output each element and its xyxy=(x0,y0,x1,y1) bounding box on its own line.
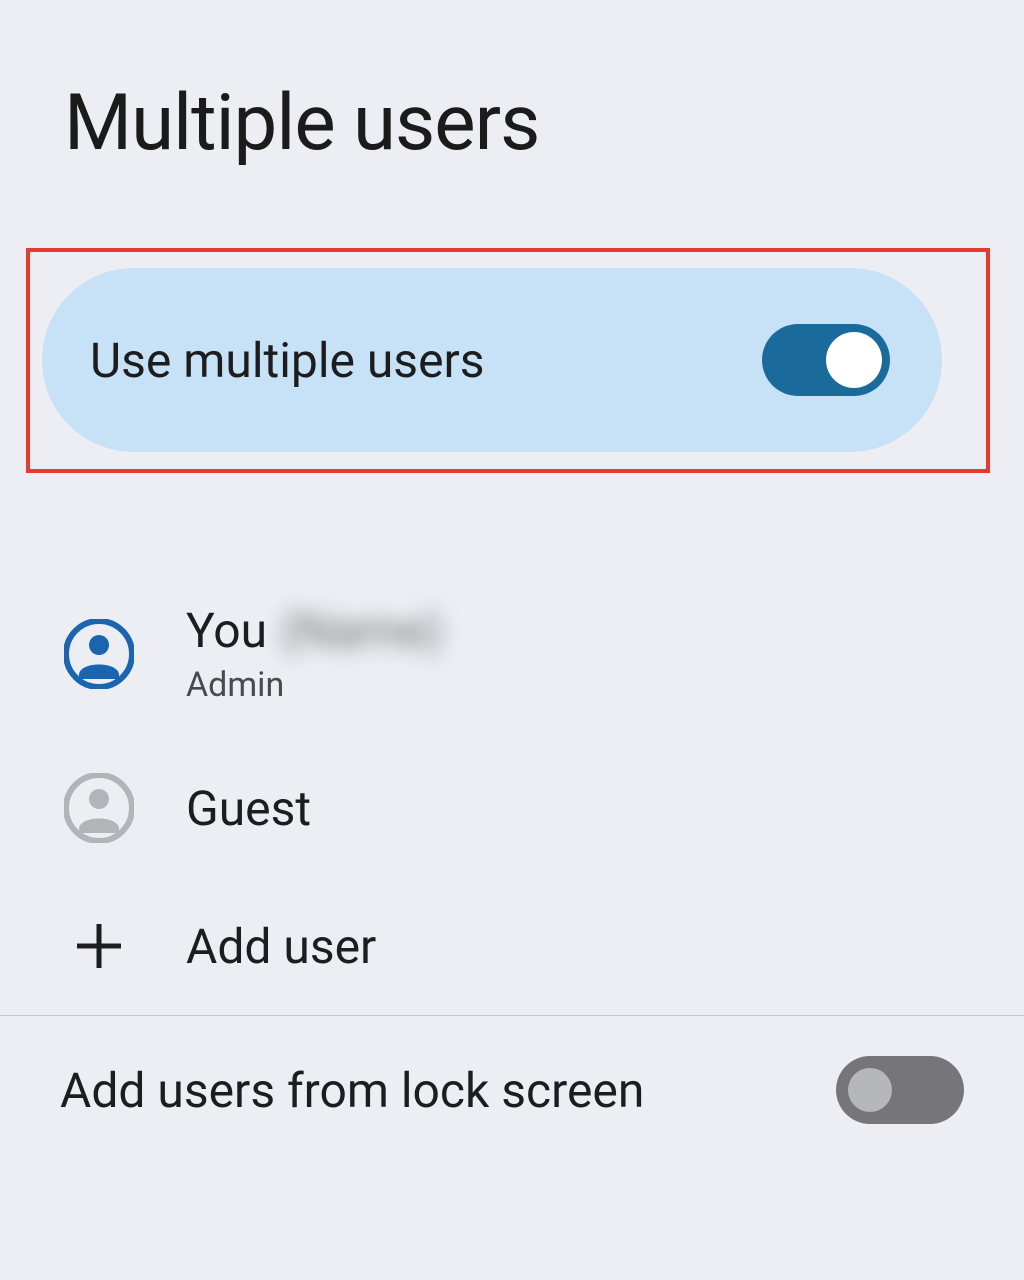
user-you-name-hidden: (Name) xyxy=(281,602,442,659)
user-filled-icon xyxy=(64,619,134,689)
plus-icon xyxy=(64,911,134,981)
add-user-label: Add user xyxy=(186,918,376,975)
user-row-you[interactable]: You (Name) Admin xyxy=(0,568,1024,739)
users-section: You (Name) Admin Guest Add user xyxy=(0,568,1024,1164)
user-outline-icon xyxy=(64,773,134,843)
use-multiple-users-row[interactable]: Use multiple users xyxy=(42,268,942,452)
page-title: Multiple users xyxy=(0,0,1024,169)
user-you-prefix: You xyxy=(186,602,267,659)
toggle-thumb xyxy=(848,1068,892,1112)
add-from-lock-screen-label: Add users from lock screen xyxy=(60,1062,644,1119)
add-from-lock-screen-row[interactable]: Add users from lock screen xyxy=(0,1016,1024,1164)
use-multiple-users-toggle[interactable] xyxy=(762,324,890,396)
user-you-title: You (Name) xyxy=(186,602,442,659)
add-from-lock-screen-toggle[interactable] xyxy=(836,1056,964,1124)
user-you-subtitle: Admin xyxy=(186,665,442,705)
user-row-guest[interactable]: Guest xyxy=(0,739,1024,877)
add-user-row[interactable]: Add user xyxy=(0,877,1024,1015)
user-guest-title: Guest xyxy=(186,780,311,837)
toggle-thumb xyxy=(826,332,882,388)
use-multiple-users-label: Use multiple users xyxy=(90,332,485,389)
